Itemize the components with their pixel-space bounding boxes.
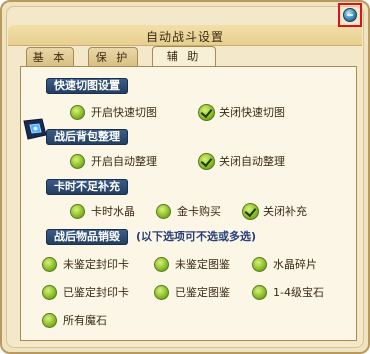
radio-icon xyxy=(70,105,85,120)
section-note: (以下选项可不选或多选) xyxy=(136,230,257,243)
section-quick-map: 快速切图设置 xyxy=(46,78,128,94)
tab-protect[interactable]: 保 护 xyxy=(88,47,138,66)
tab-basic[interactable]: 基 本 xyxy=(26,47,74,66)
radio-icon xyxy=(42,285,57,300)
radio-icon xyxy=(252,285,267,300)
window-title: 自动战斗设置 xyxy=(145,30,224,44)
checkmark-icon xyxy=(242,203,259,220)
tab-assist[interactable]: 辅 助 xyxy=(152,46,216,67)
radio-icon xyxy=(156,204,171,219)
radio-icon xyxy=(42,313,57,328)
radio-icon xyxy=(70,204,85,219)
minus-icon xyxy=(347,14,353,16)
close-button[interactable] xyxy=(343,8,357,22)
checkmark-icon xyxy=(198,104,215,121)
radio-icon xyxy=(154,257,169,272)
section-card-refill: 卡时不足补充 xyxy=(46,179,128,195)
radio-icon xyxy=(70,154,85,169)
checkmark-icon xyxy=(198,153,215,170)
radio-icon xyxy=(42,257,57,272)
section-bag-sort: 战后背包整理 xyxy=(46,129,128,145)
section-destroy-items: 战后物品销毁 xyxy=(46,229,128,245)
gem-icon xyxy=(23,118,47,140)
radio-icon xyxy=(252,257,267,272)
radio-icon xyxy=(154,285,169,300)
